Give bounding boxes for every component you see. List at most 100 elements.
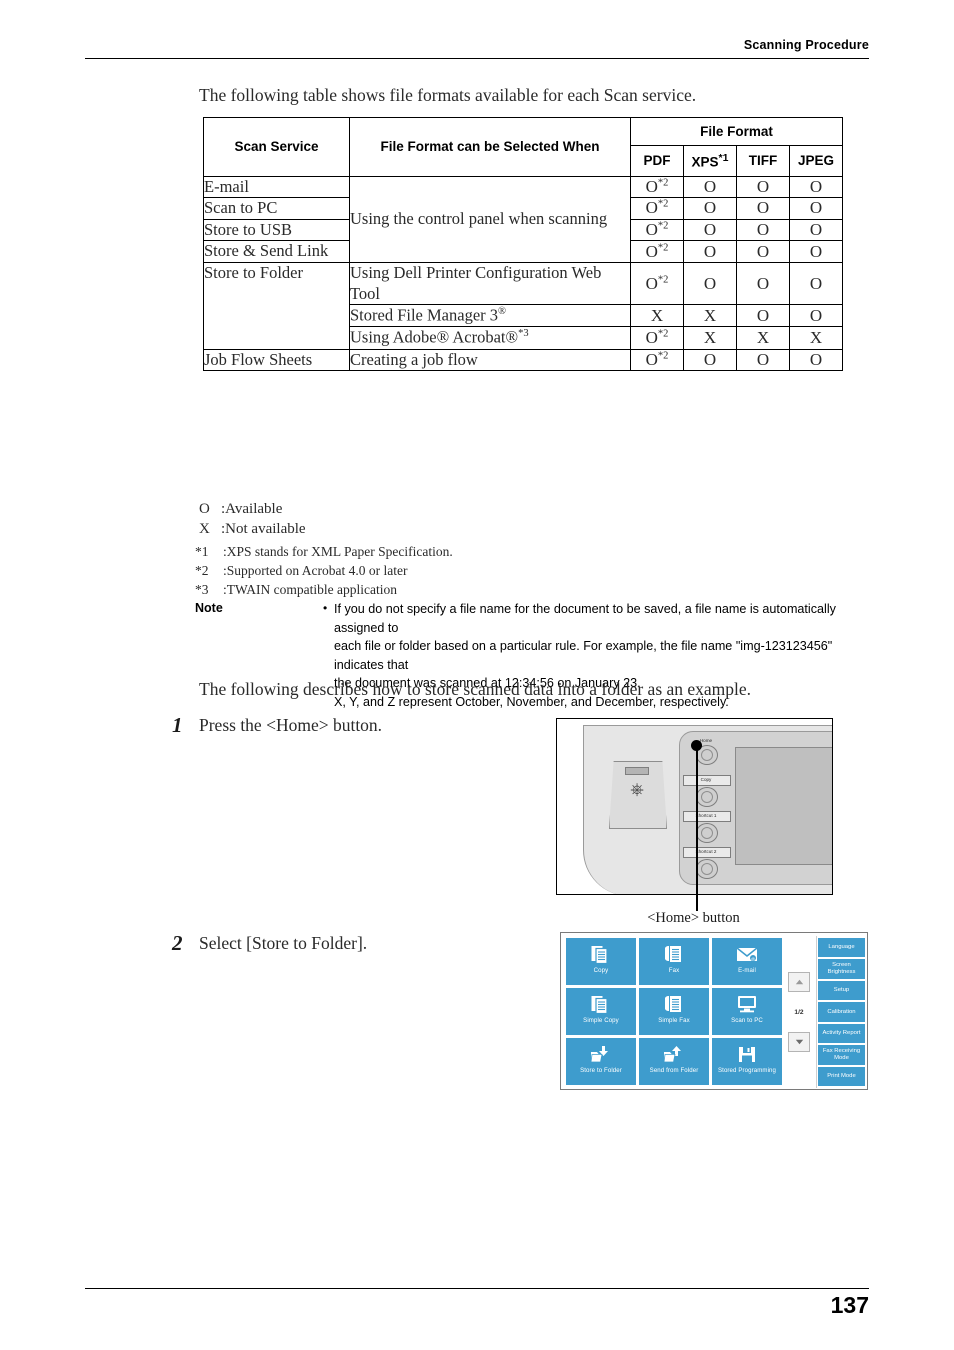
footnote-item: *1:XPS stands for XML Paper Specificatio… bbox=[195, 542, 453, 561]
footnote-key: *1 bbox=[195, 544, 209, 559]
scroll-down-button[interactable] bbox=[788, 1032, 810, 1052]
touchscreen-inner: Copy Fax @ E-mail Simple Copy Simple Fax bbox=[564, 936, 865, 1088]
intro-paragraph: The following table shows file formats a… bbox=[199, 85, 697, 105]
cell-pdf-footnote: *2 bbox=[657, 350, 669, 362]
tile-label: Stored Programming bbox=[717, 1067, 777, 1074]
note-label: Note bbox=[195, 601, 223, 615]
side-button-print-mode[interactable]: Print Mode bbox=[818, 1066, 865, 1086]
side-button-screen-brightness[interactable]: Screen Brightness bbox=[818, 959, 865, 979]
tile-store-to-folder[interactable]: Store to Folder bbox=[566, 1038, 636, 1085]
header-rule bbox=[85, 58, 869, 59]
shortcut1-button-label: Shortcut 1 bbox=[695, 813, 717, 818]
tile-label: E-mail bbox=[738, 967, 756, 974]
cell-pdf: O*2 bbox=[630, 326, 684, 350]
col-pdf: PDF bbox=[630, 145, 684, 177]
cell-xps: O bbox=[683, 175, 737, 199]
usb-icon: ⎈ bbox=[630, 780, 644, 800]
side-button-language[interactable]: Language bbox=[818, 938, 865, 958]
cell-service: Store & Send Link bbox=[203, 240, 350, 263]
page-scroller: 1/2 bbox=[788, 972, 810, 1052]
cell-pdf-footnote: *2 bbox=[657, 328, 669, 340]
tile-email[interactable]: @ E-mail bbox=[712, 938, 782, 985]
side-button-calibration[interactable]: Calibration bbox=[818, 1002, 865, 1022]
tile-label: Simple Fax bbox=[658, 1017, 690, 1024]
monitor-icon bbox=[735, 992, 759, 1016]
step-number-1: 1 bbox=[172, 713, 183, 737]
col-when: File Format can be Selected When bbox=[349, 117, 631, 177]
side-button-fax-receiving-mode[interactable]: Fax Receiving Mode bbox=[818, 1045, 865, 1065]
shortcut1-button[interactable] bbox=[696, 823, 718, 843]
side-button-activity-report[interactable]: Activity Report bbox=[818, 1023, 865, 1044]
cell-tiff: O bbox=[736, 240, 790, 263]
copy-button[interactable] bbox=[696, 787, 718, 807]
cell-pdf-footnote: *2 bbox=[657, 220, 669, 232]
legend-item: X:Not available bbox=[199, 520, 306, 540]
cell-xps: O bbox=[683, 240, 737, 263]
footnotes: *1:XPS stands for XML Paper Specificatio… bbox=[195, 542, 453, 599]
fax-icon bbox=[663, 942, 685, 966]
shortcut2-button[interactable] bbox=[696, 859, 718, 879]
tile-stored-programming[interactable]: Stored Programming bbox=[712, 1038, 782, 1085]
tile-simple-fax[interactable]: Simple Fax bbox=[639, 988, 709, 1035]
cell-when: Using Dell Printer Configuration Web Too… bbox=[349, 261, 631, 306]
page-number: 137 bbox=[830, 1292, 869, 1318]
cell-when: Using the control panel when scanning bbox=[349, 175, 631, 263]
cell-when: Stored File Manager 3® bbox=[349, 304, 631, 328]
table-row: E-mail Using the control panel when scan… bbox=[203, 175, 843, 263]
tile-fax[interactable]: Fax bbox=[639, 938, 709, 985]
tile-label: Copy bbox=[593, 967, 609, 974]
col-jpeg: JPEG bbox=[789, 145, 843, 177]
tile-label: Scan to PC bbox=[731, 1017, 763, 1024]
table-row: Job Flow Sheets Creating a job flow O*2 … bbox=[203, 348, 843, 372]
cell-service: Scan to PC bbox=[203, 197, 350, 220]
cell-pdf: O*2 bbox=[630, 240, 684, 263]
cell-pdf-value: O bbox=[645, 176, 658, 196]
legend-text: :Not available bbox=[221, 520, 306, 537]
cell-when: Creating a job flow bbox=[349, 348, 631, 372]
cell-jpeg: O bbox=[789, 348, 843, 372]
cell-pdf-footnote: *2 bbox=[657, 273, 669, 285]
copy-icon bbox=[590, 992, 612, 1016]
file-format-table: Scan Service File Format can be Selected… bbox=[203, 117, 843, 372]
cell-tiff: O bbox=[736, 304, 790, 328]
scroll-up-button[interactable] bbox=[788, 972, 810, 992]
table-header-row-1: Scan Service File Format can be Selected… bbox=[203, 117, 843, 177]
cell-pdf-value: O bbox=[645, 241, 658, 261]
tile-label: Send from Folder bbox=[649, 1067, 699, 1074]
cell-when-text: Using Adobe® Acrobat® bbox=[350, 327, 519, 347]
cell-tiff: O bbox=[736, 348, 790, 372]
col-scan-service: Scan Service bbox=[203, 117, 350, 177]
tile-label: Simple Copy bbox=[583, 1017, 619, 1024]
tile-send-from-folder[interactable]: Send from Folder bbox=[639, 1038, 709, 1085]
tile-label: Store to Folder bbox=[580, 1067, 622, 1074]
cell-tiff: X bbox=[736, 326, 790, 350]
callout-line bbox=[696, 744, 699, 911]
cell-jpeg: O bbox=[789, 175, 843, 199]
col-xps-label: XPS bbox=[691, 154, 719, 170]
tile-scan-to-pc[interactable]: Scan to PC bbox=[712, 988, 782, 1035]
cell-xps: O bbox=[683, 348, 737, 372]
cell-pdf: O*2 bbox=[630, 175, 684, 199]
legend: O:Available X:Not available bbox=[199, 500, 306, 540]
touchscreen-tile-grid: Copy Fax @ E-mail Simple Copy Simple Fax bbox=[566, 938, 784, 1086]
cell-pdf-value: O bbox=[645, 327, 658, 347]
page-footer: 137 bbox=[85, 1288, 869, 1319]
cell-pdf: O*2 bbox=[630, 197, 684, 220]
footnote-key: *3 bbox=[195, 582, 209, 598]
cell-tiff: O bbox=[736, 197, 790, 220]
cell-when-footnote: *3 bbox=[518, 328, 529, 340]
shortcut2-button-label: Shortcut 2 bbox=[695, 849, 717, 854]
footnote-item: *3:TWAIN compatible application bbox=[195, 580, 453, 599]
tile-copy[interactable]: Copy bbox=[566, 938, 636, 985]
tile-simple-copy[interactable]: Simple Copy bbox=[566, 988, 636, 1035]
cell-pdf-footnote: *2 bbox=[657, 198, 669, 210]
side-button-setup[interactable]: Setup bbox=[818, 980, 865, 1001]
footnote-text: :Supported on Acrobat 4.0 or later bbox=[223, 563, 408, 579]
legend-text: :Available bbox=[221, 501, 283, 517]
cell-pdf-footnote: *2 bbox=[657, 177, 669, 189]
lcd-screen bbox=[735, 747, 832, 865]
col-xps-footnote: *1 bbox=[718, 152, 729, 164]
cell-jpeg: O bbox=[789, 197, 843, 220]
cell-jpeg: O bbox=[789, 261, 843, 306]
cell-tiff: O bbox=[736, 261, 790, 306]
